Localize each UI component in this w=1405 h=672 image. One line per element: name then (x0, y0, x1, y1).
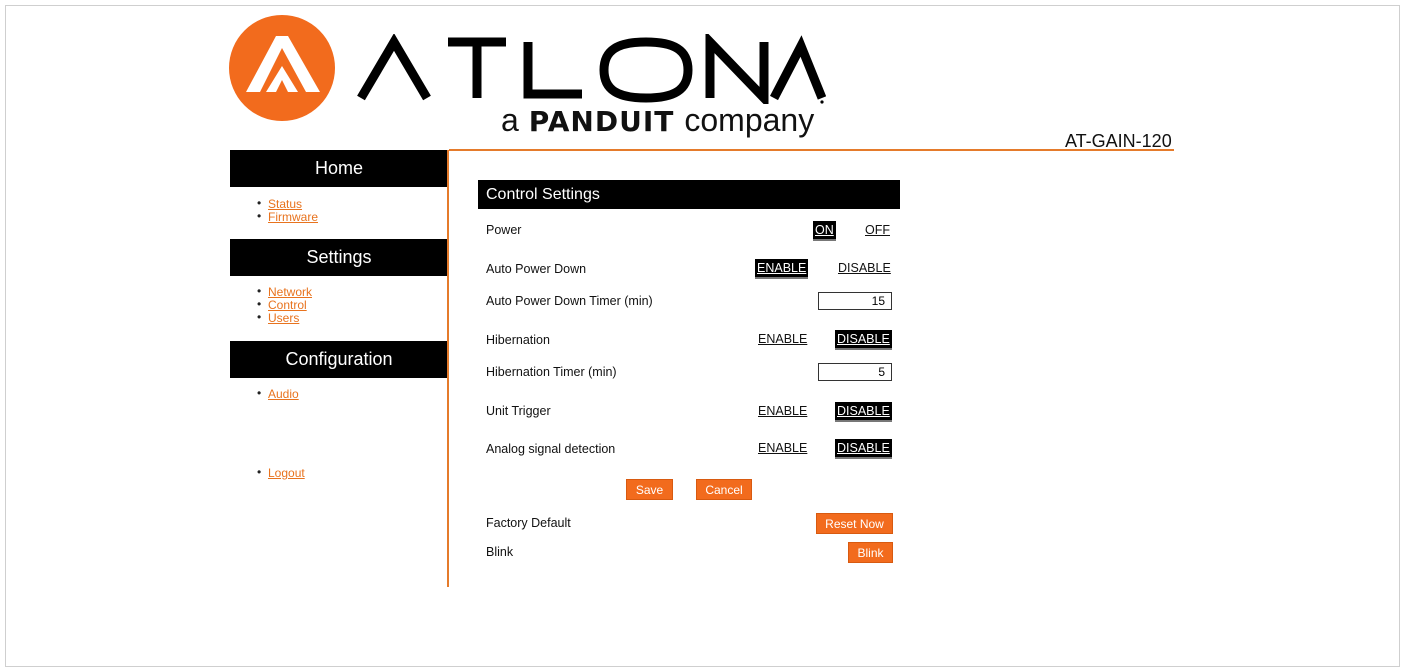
atlona-logo: a PANDUIT company (228, 14, 828, 140)
auto-power-down-timer-input[interactable] (818, 292, 892, 310)
logout-list: Logout (257, 466, 305, 480)
atlona-wordmark (357, 34, 826, 104)
auto-power-down-disable-button[interactable]: DISABLE (836, 259, 893, 277)
reset-now-button[interactable]: Reset Now (816, 513, 893, 534)
unit-trigger-enable-button[interactable]: ENABLE (756, 402, 809, 420)
power-off-button[interactable]: OFF (863, 221, 892, 239)
nav-link-audio[interactable]: Audio (268, 387, 299, 401)
list-item: Logout (257, 466, 305, 480)
sidebar-heading-settings[interactable]: Settings (230, 239, 448, 276)
hibernation-label: Hibernation (486, 333, 550, 347)
list-item: Firmware (257, 210, 318, 224)
blink-label: Blink (486, 545, 514, 559)
power-label: Power (486, 223, 522, 237)
panduit-tagline: a PANDUIT company (501, 102, 814, 139)
nav-link-network[interactable]: Network (268, 285, 312, 299)
panduit-brand-text: PANDUIT (528, 105, 675, 138)
analog-detection-label: Analog signal detection (486, 442, 616, 456)
settings-links: Network Control Users (257, 285, 312, 325)
nav-link-users[interactable]: Users (268, 311, 299, 325)
logout-link[interactable]: Logout (268, 466, 305, 480)
list-item: Audio (257, 387, 299, 401)
control-settings-header: Control Settings (478, 180, 900, 209)
header-divider (449, 149, 1174, 151)
analog-detection-enable-button[interactable]: ENABLE (756, 439, 809, 457)
save-button[interactable]: Save (626, 479, 673, 500)
atlona-emblem-icon (229, 15, 335, 121)
auto-power-down-enable-button[interactable]: ENABLE (755, 259, 809, 279)
hibernation-timer-input[interactable] (818, 363, 892, 381)
sidebar-heading-configuration[interactable]: Configuration (230, 341, 448, 378)
unit-trigger-disable-button[interactable]: DISABLE (835, 402, 892, 422)
home-links: Status Firmware (257, 197, 318, 224)
auto-power-down-timer-label: Auto Power Down Timer (min) (486, 294, 653, 308)
power-on-button[interactable]: ON (813, 221, 836, 241)
auto-power-down-label: Auto Power Down (486, 262, 587, 276)
sidebar-heading-home[interactable]: Home (230, 150, 448, 187)
sidebar-nav: Home Status Firmware Settings Network Co… (230, 150, 448, 588)
configuration-links: Audio (257, 387, 299, 401)
nav-link-control[interactable]: Control (268, 298, 307, 312)
cancel-button[interactable]: Cancel (696, 479, 752, 500)
tagline-suffix: company (684, 102, 815, 138)
analog-detection-disable-button[interactable]: DISABLE (835, 439, 892, 459)
list-item: Users (257, 311, 312, 325)
nav-link-status[interactable]: Status (268, 197, 302, 211)
tagline-prefix: a (501, 102, 519, 138)
nav-link-firmware[interactable]: Firmware (268, 210, 318, 224)
hibernation-enable-button[interactable]: ENABLE (756, 330, 809, 348)
hibernation-timer-label: Hibernation Timer (min) (486, 365, 617, 379)
blink-button[interactable]: Blink (848, 542, 893, 563)
factory-default-label: Factory Default (486, 516, 571, 530)
hibernation-disable-button[interactable]: DISABLE (835, 330, 892, 350)
unit-trigger-label: Unit Trigger (486, 404, 551, 418)
sidebar-divider (447, 150, 449, 587)
